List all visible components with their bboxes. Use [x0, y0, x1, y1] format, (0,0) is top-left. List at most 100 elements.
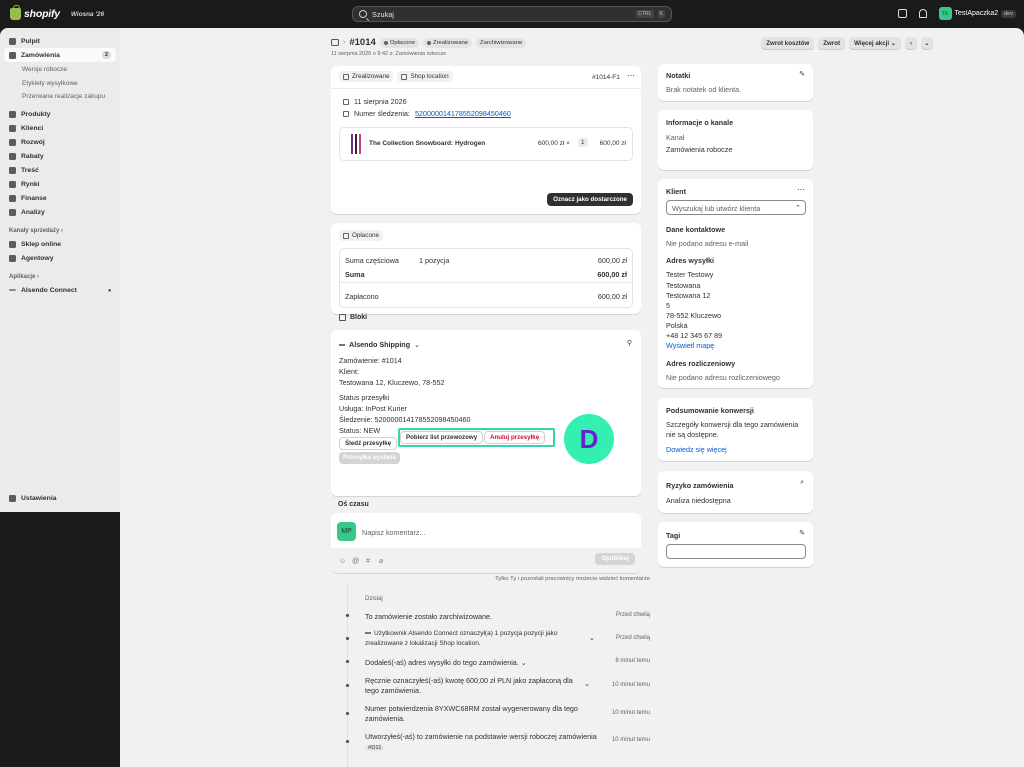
apps-heading[interactable]: Aplikacje › [4, 271, 116, 283]
pin-icon[interactable]: • [108, 286, 111, 295]
tracking-label: Numer śledzenia: [354, 109, 410, 118]
risk-search-icon[interactable]: ⌕ [800, 479, 804, 487]
total-value: 600,00 zł [597, 270, 627, 279]
tags-card: Tagi ✎ [658, 522, 813, 567]
product-name[interactable]: The Collection Snowboard: Hydrogen [369, 140, 485, 147]
sidebar-item-content[interactable]: Treść [4, 163, 116, 177]
sidebar-item-pulpit[interactable]: Pulpit [4, 34, 116, 48]
sidebar-item-customers[interactable]: Klienci [4, 121, 116, 135]
sidebar-item-label: Pulpit [21, 37, 40, 45]
tags-input[interactable] [666, 544, 806, 559]
sidebar-item-finance[interactable]: Finanse [4, 191, 116, 205]
view-map-link[interactable]: Wyświetl mapę [666, 341, 714, 350]
status-dot-icon [383, 40, 388, 45]
sidebar-item-growth[interactable]: Rozwój [4, 135, 116, 149]
sidebar-item-settings[interactable]: Ustawienia [4, 491, 116, 505]
sidebar-item-analytics[interactable]: Analizy [4, 205, 116, 219]
sidebar-item-labels[interactable]: Etykiety wysyłkowe [4, 76, 116, 90]
tags-title: Tagi [666, 531, 681, 540]
section-label: Kanały sprzedaży [9, 228, 60, 234]
alsendo-logo-icon [365, 632, 371, 635]
return-button[interactable]: Zwrot [818, 37, 846, 50]
paid-amount-label: Zapłacono [345, 292, 379, 301]
conversion-title: Podsumowanie konwersji [666, 406, 754, 415]
chevron-down-icon[interactable]: ⌄ [584, 679, 590, 688]
search-bar[interactable]: Szukaj CTRL K [352, 6, 672, 22]
sidebar-item-drafts[interactable]: Wersje robocze [4, 62, 116, 76]
tracking-link[interactable]: 520000014178552098450460 [415, 109, 511, 118]
payment-summary: Suma częściowa 1 pozycja 600,00 zł Suma … [339, 248, 633, 308]
fulfillment-code: #1014-F1 [592, 74, 620, 81]
location-icon [401, 73, 408, 80]
user-avatar: MP [337, 522, 356, 541]
download-label-button[interactable]: Pobierz list przewozowy [400, 431, 484, 444]
sidebar-item-abandoned[interactable]: Przerwane realizacje zakupu [9, 92, 116, 101]
store-icon[interactable] [897, 9, 907, 18]
timeline-event-time: 10 minut temu [611, 682, 650, 688]
mark-delivered-button[interactable]: Oznacz jako dostarczone [547, 193, 633, 206]
draft-order-tag[interactable]: #D11 [365, 745, 385, 751]
alsendo-icon [9, 289, 16, 291]
cancel-shipment-button[interactable]: Anuluj przesyłkę [484, 431, 546, 444]
chevron-down-icon[interactable]: ⌄ [414, 340, 420, 349]
orders-icon[interactable] [331, 39, 339, 46]
search-icon [359, 10, 367, 18]
sidebar-item-products[interactable]: Produkty [4, 107, 116, 121]
sidebar-item-label: Klienci [21, 124, 44, 132]
mention-icon[interactable]: @ [352, 556, 359, 565]
blocks-icon [339, 314, 346, 321]
timeline-event-text[interactable]: Dodałeś(-aś) adres wysyłki do tego zamów… [365, 658, 527, 667]
sidebar-item-alsendo[interactable]: Alsendo Connect • [4, 283, 116, 297]
timeline-event-body: Dodałeś(-aś) adres wysyłki do tego zamów… [365, 658, 519, 667]
inbox-icon [9, 51, 16, 59]
pencil-icon[interactable]: ✎ [799, 529, 805, 537]
status-badge-fulfilled: Zrealizowane [422, 37, 473, 48]
timeline-event-text: To zamówienie zostało zarchiwizowane. [365, 612, 493, 621]
sidebar-item-orders[interactable]: Zamówienia 2 [4, 48, 116, 62]
more-actions-button[interactable]: Więcej akcji ⌄ [849, 37, 901, 50]
fulfilled-tag: Zrealizowane [339, 71, 394, 82]
prev-order-button[interactable]: ‹ [905, 37, 917, 50]
pencil-icon[interactable]: ✎ [799, 70, 805, 78]
shipment-sent-button[interactable]: Przesyłka wysłana [339, 452, 400, 464]
emoji-icon[interactable]: ☺ [339, 556, 346, 565]
sales-channels-heading[interactable]: Kanały sprzedaży › [4, 225, 116, 237]
store-menu[interactable]: TA TestApaczka2 dev [938, 7, 1016, 20]
product-thumbnail[interactable] [349, 134, 363, 154]
post-comment-button[interactable]: Opublikuj [595, 553, 635, 565]
track-shipment-button[interactable]: Śledź przesyłkę [339, 437, 398, 450]
notes-title: Notatki [666, 71, 691, 80]
sidebar-item-markets[interactable]: Rynki [4, 177, 116, 191]
block-app-name[interactable]: Alsendo Shipping [349, 340, 410, 349]
risk-title: Ryzyko zamówienia [666, 481, 734, 490]
timeline-day: Dzisiaj [365, 596, 383, 602]
search-input[interactable]: Szukaj [372, 10, 632, 19]
address-line: Testowana [666, 281, 701, 290]
customer-menu-icon[interactable]: ⋯ [797, 185, 805, 194]
sidebar-item-online-store[interactable]: Sklep online [4, 237, 116, 251]
pin-icon[interactable]: ⚲ [627, 339, 632, 347]
channel-value: Zamówienia robocze [666, 145, 733, 154]
sidebar-item-discounts[interactable]: Rabaty [4, 149, 116, 163]
sidebar-item-label: Alsendo Connect [21, 286, 77, 294]
channel-label: Kanał [666, 133, 685, 142]
shopify-logo[interactable]: shopify Wiosna '26 [10, 5, 104, 20]
next-order-button[interactable]: ⌄ [921, 37, 933, 50]
learn-more-link[interactable]: Dowiedz się więcej [666, 445, 727, 454]
sidebar-item-agentic[interactable]: Agentowy [4, 251, 116, 265]
payment-card: Opłacone Suma częściowa 1 pozycja 600,00… [331, 223, 641, 314]
paid-amount-value: 600,00 zł [597, 292, 627, 301]
block-client: Klient: [339, 367, 359, 376]
comment-input[interactable]: Napisz komentarz... [362, 528, 426, 537]
paid-tag: Opłacone [339, 230, 383, 241]
customer-search-input[interactable]: Wyszukaj lub utwórz klienta ⌃ [666, 200, 806, 215]
billing-title: Adres rozliczeniowy [666, 359, 736, 368]
hashtag-icon[interactable]: # [366, 556, 370, 565]
chart-icon [9, 208, 16, 216]
refund-button[interactable]: Zwrot kosztów [761, 37, 815, 50]
bell-icon[interactable] [918, 9, 927, 18]
chevron-down-icon[interactable]: ⌄ [589, 633, 595, 642]
fulfillment-menu-icon[interactable]: ⋯ [627, 71, 635, 80]
breadcrumb-chevron-icon: › [343, 39, 346, 46]
attach-icon[interactable]: ⌀ [379, 556, 383, 565]
